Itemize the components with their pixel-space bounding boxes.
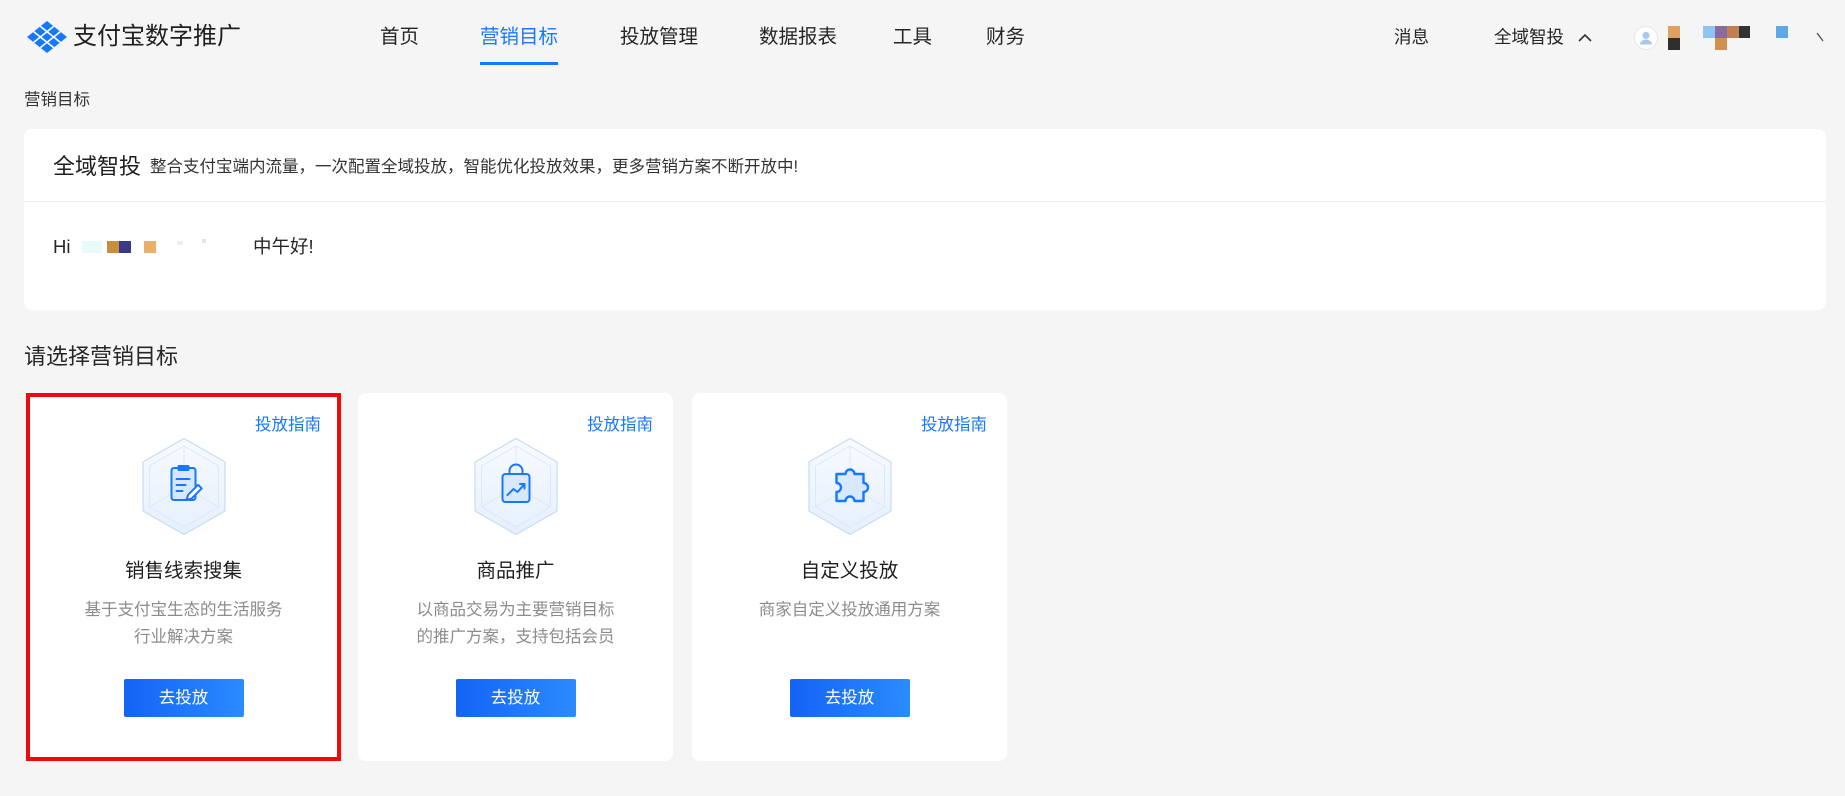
greeting-suffix: 中午好! [253,236,314,257]
brand-name: 支付宝数字推广 [73,23,241,50]
guide-link[interactable]: 投放指南 [255,415,321,435]
goal-description-line: 以商品交易为主要营销目标 [416,601,615,619]
goal-title: 自定义投放 [800,560,899,582]
start-campaign-button[interactable]: 去投放 [455,679,576,717]
section-title: 请选择营销目标 [24,344,179,369]
product-switcher[interactable]: 全域智投 [1494,26,1564,48]
goal-description-line: 行业解决方案 [134,628,233,646]
nav-campaign-management[interactable]: 投放管理 [620,24,698,50]
guide-link[interactable]: 投放指南 [587,415,653,435]
guide-link[interactable]: 投放指南 [921,415,987,435]
alipay-logo-icon[interactable] [26,20,68,54]
greeting-name-redacted [82,235,242,259]
goal-title: 商品推广 [476,560,555,582]
greeting-prefix: Hi [53,236,71,257]
intro-description: 整合支付宝端内流量，一次配置全域投放，智能优化投放效果，更多营销方案不断开放中! [150,158,799,176]
intro-title: 全域智投 [53,154,142,179]
goal-description-line: 商家自定义投放通用方案 [758,601,941,619]
nav-data-reports[interactable]: 数据报表 [759,24,837,50]
document-edit-icon [141,437,226,536]
goal-description-line: 的推广方案，支持包括会员 [416,628,615,646]
puzzle-icon [807,437,892,536]
chevron-up-icon[interactable] [1578,33,1592,42]
goal-card-lead-collection[interactable]: 投放指南 销售线索搜集 基于支付宝生态的生活服务 行业解决方案 去投放 [26,393,341,761]
start-campaign-button[interactable]: 去投放 [123,679,244,717]
goal-description-line: 基于支付宝生态的生活服务 [84,601,283,619]
user-avatar-icon[interactable] [1634,26,1658,50]
goal-description: 基于支付宝生态的生活服务 行业解决方案 [26,597,341,651]
breadcrumb: 营销目标 [24,91,90,109]
nav-finance[interactable]: 财务 [986,24,1025,50]
goal-description: 商家自定义投放通用方案 [692,597,1007,624]
goal-card-custom-campaign[interactable]: 投放指南 自定义投放 商家自定义投放通用方案 去投放 [692,393,1007,761]
goal-description: 以商品交易为主要营销目标 的推广方案，支持包括会员 [358,597,673,651]
nav-tools[interactable]: 工具 [893,24,932,50]
goal-card-product-promotion[interactable]: 投放指南 商品推广 以商品交易为主要营销目标 的推广方案，支持包括会员 去投放 [358,393,673,761]
intro-card: 全域智投 整合支付宝端内流量，一次配置全域投放，智能优化投放效果，更多营销方案不… [24,129,1826,310]
shopping-bag-trend-icon [473,437,558,536]
messages-link[interactable]: 消息 [1394,26,1429,48]
chevron-down-icon [1816,32,1824,42]
nav-home[interactable]: 首页 [380,24,419,50]
user-name-redacted[interactable] [1666,24,1826,52]
start-campaign-button[interactable]: 去投放 [789,679,910,717]
intro-header: 全域智投 整合支付宝端内流量，一次配置全域投放，智能优化投放效果，更多营销方案不… [24,129,1826,202]
goal-title: 销售线索搜集 [124,560,242,582]
nav-marketing-goals[interactable]: 营销目标 [480,24,559,65]
